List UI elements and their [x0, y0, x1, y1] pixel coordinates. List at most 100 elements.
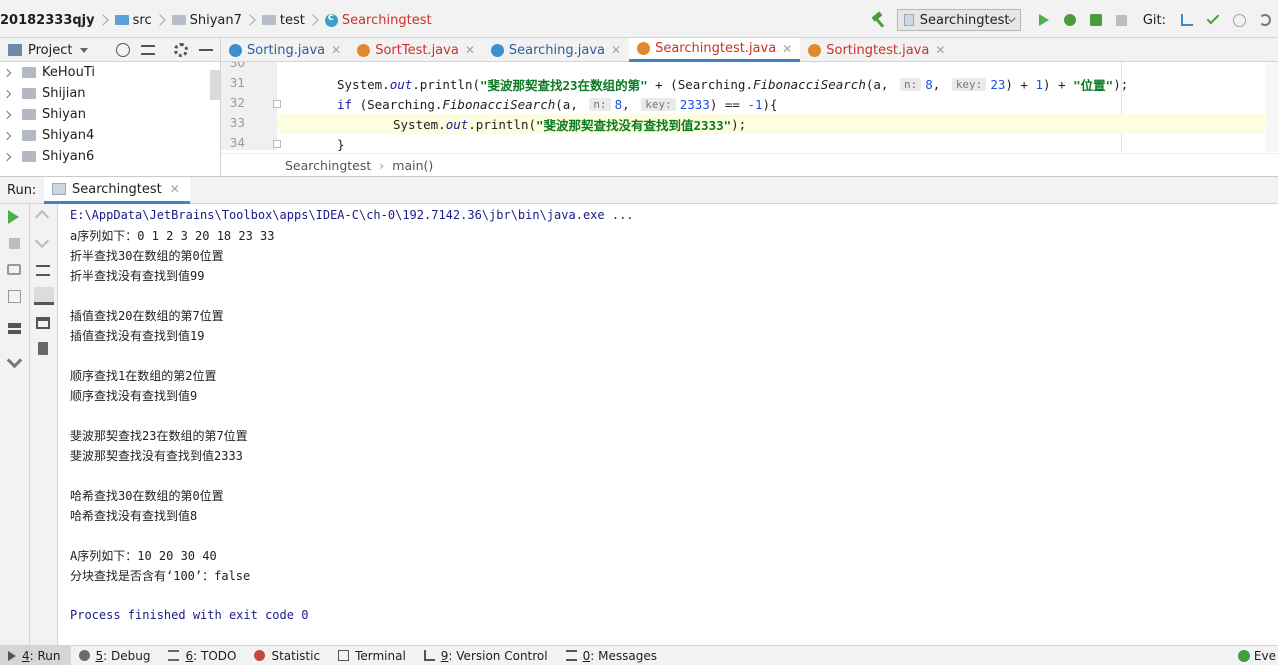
bug-icon — [1063, 14, 1076, 26]
tree-item-shijian[interactable]: Shijian — [0, 83, 220, 104]
git-rollback-button[interactable] — [1254, 9, 1276, 31]
soft-wrap-icon[interactable] — [36, 265, 50, 276]
close-icon[interactable]: ✕ — [170, 182, 180, 196]
stop-icon[interactable] — [9, 238, 20, 249]
project-panel-title[interactable]: Project — [28, 43, 72, 58]
tab-sorting-java[interactable]: Sorting.java ✕ — [221, 38, 349, 62]
breadcrumb-test[interactable]: test — [261, 13, 325, 28]
run-button[interactable] — [1033, 9, 1055, 31]
gear-icon[interactable] — [174, 43, 188, 57]
toolwindow-debug-button[interactable]: 5: Debug — [71, 646, 161, 665]
shortcut-key: 5 — [95, 648, 104, 663]
print-icon[interactable] — [36, 317, 50, 329]
dropdown-arrow-icon[interactable] — [80, 47, 89, 53]
breadcrumb-project[interactable]: 20182333qjy — [0, 13, 115, 28]
git-commit-button[interactable] — [1202, 9, 1224, 31]
close-icon[interactable]: ✕ — [782, 42, 792, 56]
breadcrumb-shiyan7[interactable]: Shiyan7 — [171, 13, 262, 28]
console-line: 插值查找20在数组的第7位置 — [70, 308, 224, 323]
expand-arrow-icon[interactable] — [2, 131, 12, 140]
tree-item-shiyan6[interactable]: Shiyan6 — [0, 146, 220, 167]
code-editor[interactable]: 30 31 32 33 34 System. out .println("斐波那契查… — [221, 62, 1278, 176]
scroll-to-end-icon[interactable] — [34, 287, 54, 305]
close-icon[interactable]: ✕ — [611, 43, 621, 57]
play-icon — [8, 650, 16, 661]
run-config-icon — [52, 183, 66, 195]
toolwindow-run-button[interactable]: 4: Run — [0, 645, 71, 665]
tree-item-shiyan[interactable]: Shiyan — [0, 104, 220, 125]
collapse-all-icon[interactable] — [141, 45, 155, 55]
navigation-bar: 20182333qjy src Shiyan7 test Searchingte… — [0, 0, 1278, 38]
list-icon — [168, 650, 180, 661]
console-toolbar — [30, 204, 58, 645]
exit-icon[interactable] — [8, 290, 21, 303]
tree-item-label: KeHouTi — [42, 65, 95, 80]
console-line: a序列如下：0 1 2 3 20 18 23 33 — [70, 228, 275, 243]
locate-target-icon[interactable] — [116, 43, 130, 57]
breadcrumb-class[interactable]: Searchingtest — [285, 158, 371, 173]
toolwindow-messages-button[interactable]: 0: Messages — [558, 646, 667, 665]
stop-button[interactable] — [1111, 9, 1133, 31]
toolwindow-version-control-button[interactable]: 9: Version Control — [416, 646, 558, 665]
fold-marker-icon[interactable] — [273, 100, 281, 108]
code-line-34: } — [337, 134, 345, 154]
code-number: 1 — [1035, 76, 1044, 92]
toolwindow-statistic-button[interactable]: Statistic — [246, 646, 330, 665]
trash-icon[interactable] — [38, 342, 48, 355]
tab-sorttest-java[interactable]: SortTest.java ✕ — [349, 38, 483, 62]
arrow-down-icon[interactable] — [34, 233, 50, 249]
toolwindow-terminal-button[interactable]: Terminal — [330, 646, 416, 665]
git-history-button[interactable] — [1228, 9, 1250, 31]
run-tab-searchingtest[interactable]: Searchingtest ✕ — [44, 177, 190, 204]
expand-arrow-icon[interactable] — [2, 110, 12, 119]
java-class-icon — [324, 12, 338, 27]
breadcrumb-method[interactable]: main() — [392, 158, 433, 173]
run-configuration-dropdown[interactable]: Searchingtest — [896, 9, 1021, 31]
close-icon[interactable]: ✕ — [935, 43, 945, 57]
tab-searchingtest-java[interactable]: Searchingtest.java ✕ — [629, 38, 801, 62]
git-update-button[interactable] — [1176, 9, 1198, 31]
code-keyword: if — [337, 96, 353, 112]
camera-icon[interactable] — [7, 264, 21, 275]
console-output[interactable]: E:\AppData\JetBrains\Toolbox\apps\IDEA-C… — [58, 204, 1278, 645]
console-line: 哈希查找30在数组的第0位置 — [70, 488, 224, 503]
line-number: 33 — [229, 116, 245, 130]
expand-arrow-icon[interactable] — [2, 89, 12, 98]
tree-item-shiyan4[interactable]: Shiyan4 — [0, 125, 220, 146]
expand-arrow-icon[interactable] — [2, 68, 12, 77]
tab-searching-java[interactable]: Searching.java ✕ — [483, 38, 629, 62]
build-hammer-icon[interactable] — [869, 12, 887, 28]
console-line: 顺序查找1在数组的第2位置 — [70, 368, 217, 383]
toolwindow-todo-button[interactable]: 6: TODO — [160, 646, 246, 665]
run-toolbar — [0, 204, 30, 645]
project-tree: KeHouTi Shijian Shiyan Shiyan4 Shiyan6 — [0, 62, 221, 176]
breadcrumb-class-label: Searchingtest — [341, 12, 432, 28]
breadcrumb-src-label: src — [132, 12, 152, 28]
close-icon[interactable]: ✕ — [331, 43, 341, 57]
checkmark-icon — [1206, 11, 1220, 25]
hide-panel-icon[interactable] — [199, 49, 213, 51]
breadcrumb-class[interactable]: Searchingtest — [324, 12, 432, 28]
editor-breadcrumb: Searchingtest › main() — [221, 153, 1278, 176]
layout-icon[interactable] — [8, 323, 21, 334]
tabs-row: Project Sorting.java ✕ SortTest.java ✕ S… — [0, 38, 1278, 62]
close-icon[interactable]: ✕ — [465, 43, 475, 57]
debug-button[interactable] — [1059, 9, 1081, 31]
toolwindow-label: : Run — [29, 648, 61, 663]
project-scrollbar[interactable] — [210, 70, 220, 100]
expand-arrow-icon[interactable] — [2, 152, 12, 161]
arrow-up-icon[interactable] — [34, 209, 50, 225]
fold-marker-icon[interactable] — [273, 140, 281, 148]
event-log-button[interactable]: Eve — [1237, 646, 1278, 665]
tree-item-kehouti[interactable]: KeHouTi — [0, 62, 220, 83]
editor-scrollbar[interactable] — [1266, 62, 1278, 152]
folder-icon — [22, 130, 36, 141]
version-control-icon — [423, 650, 435, 661]
parameter-hint: key: — [951, 77, 987, 91]
tab-sortingtest-java[interactable]: Sortingtest.java ✕ — [800, 38, 953, 62]
line-number: 34 — [229, 136, 245, 150]
rerun-play-icon[interactable] — [8, 210, 19, 224]
breadcrumb-src[interactable]: src — [114, 12, 172, 28]
coverage-button[interactable] — [1085, 9, 1107, 31]
pin-icon[interactable] — [6, 352, 23, 369]
